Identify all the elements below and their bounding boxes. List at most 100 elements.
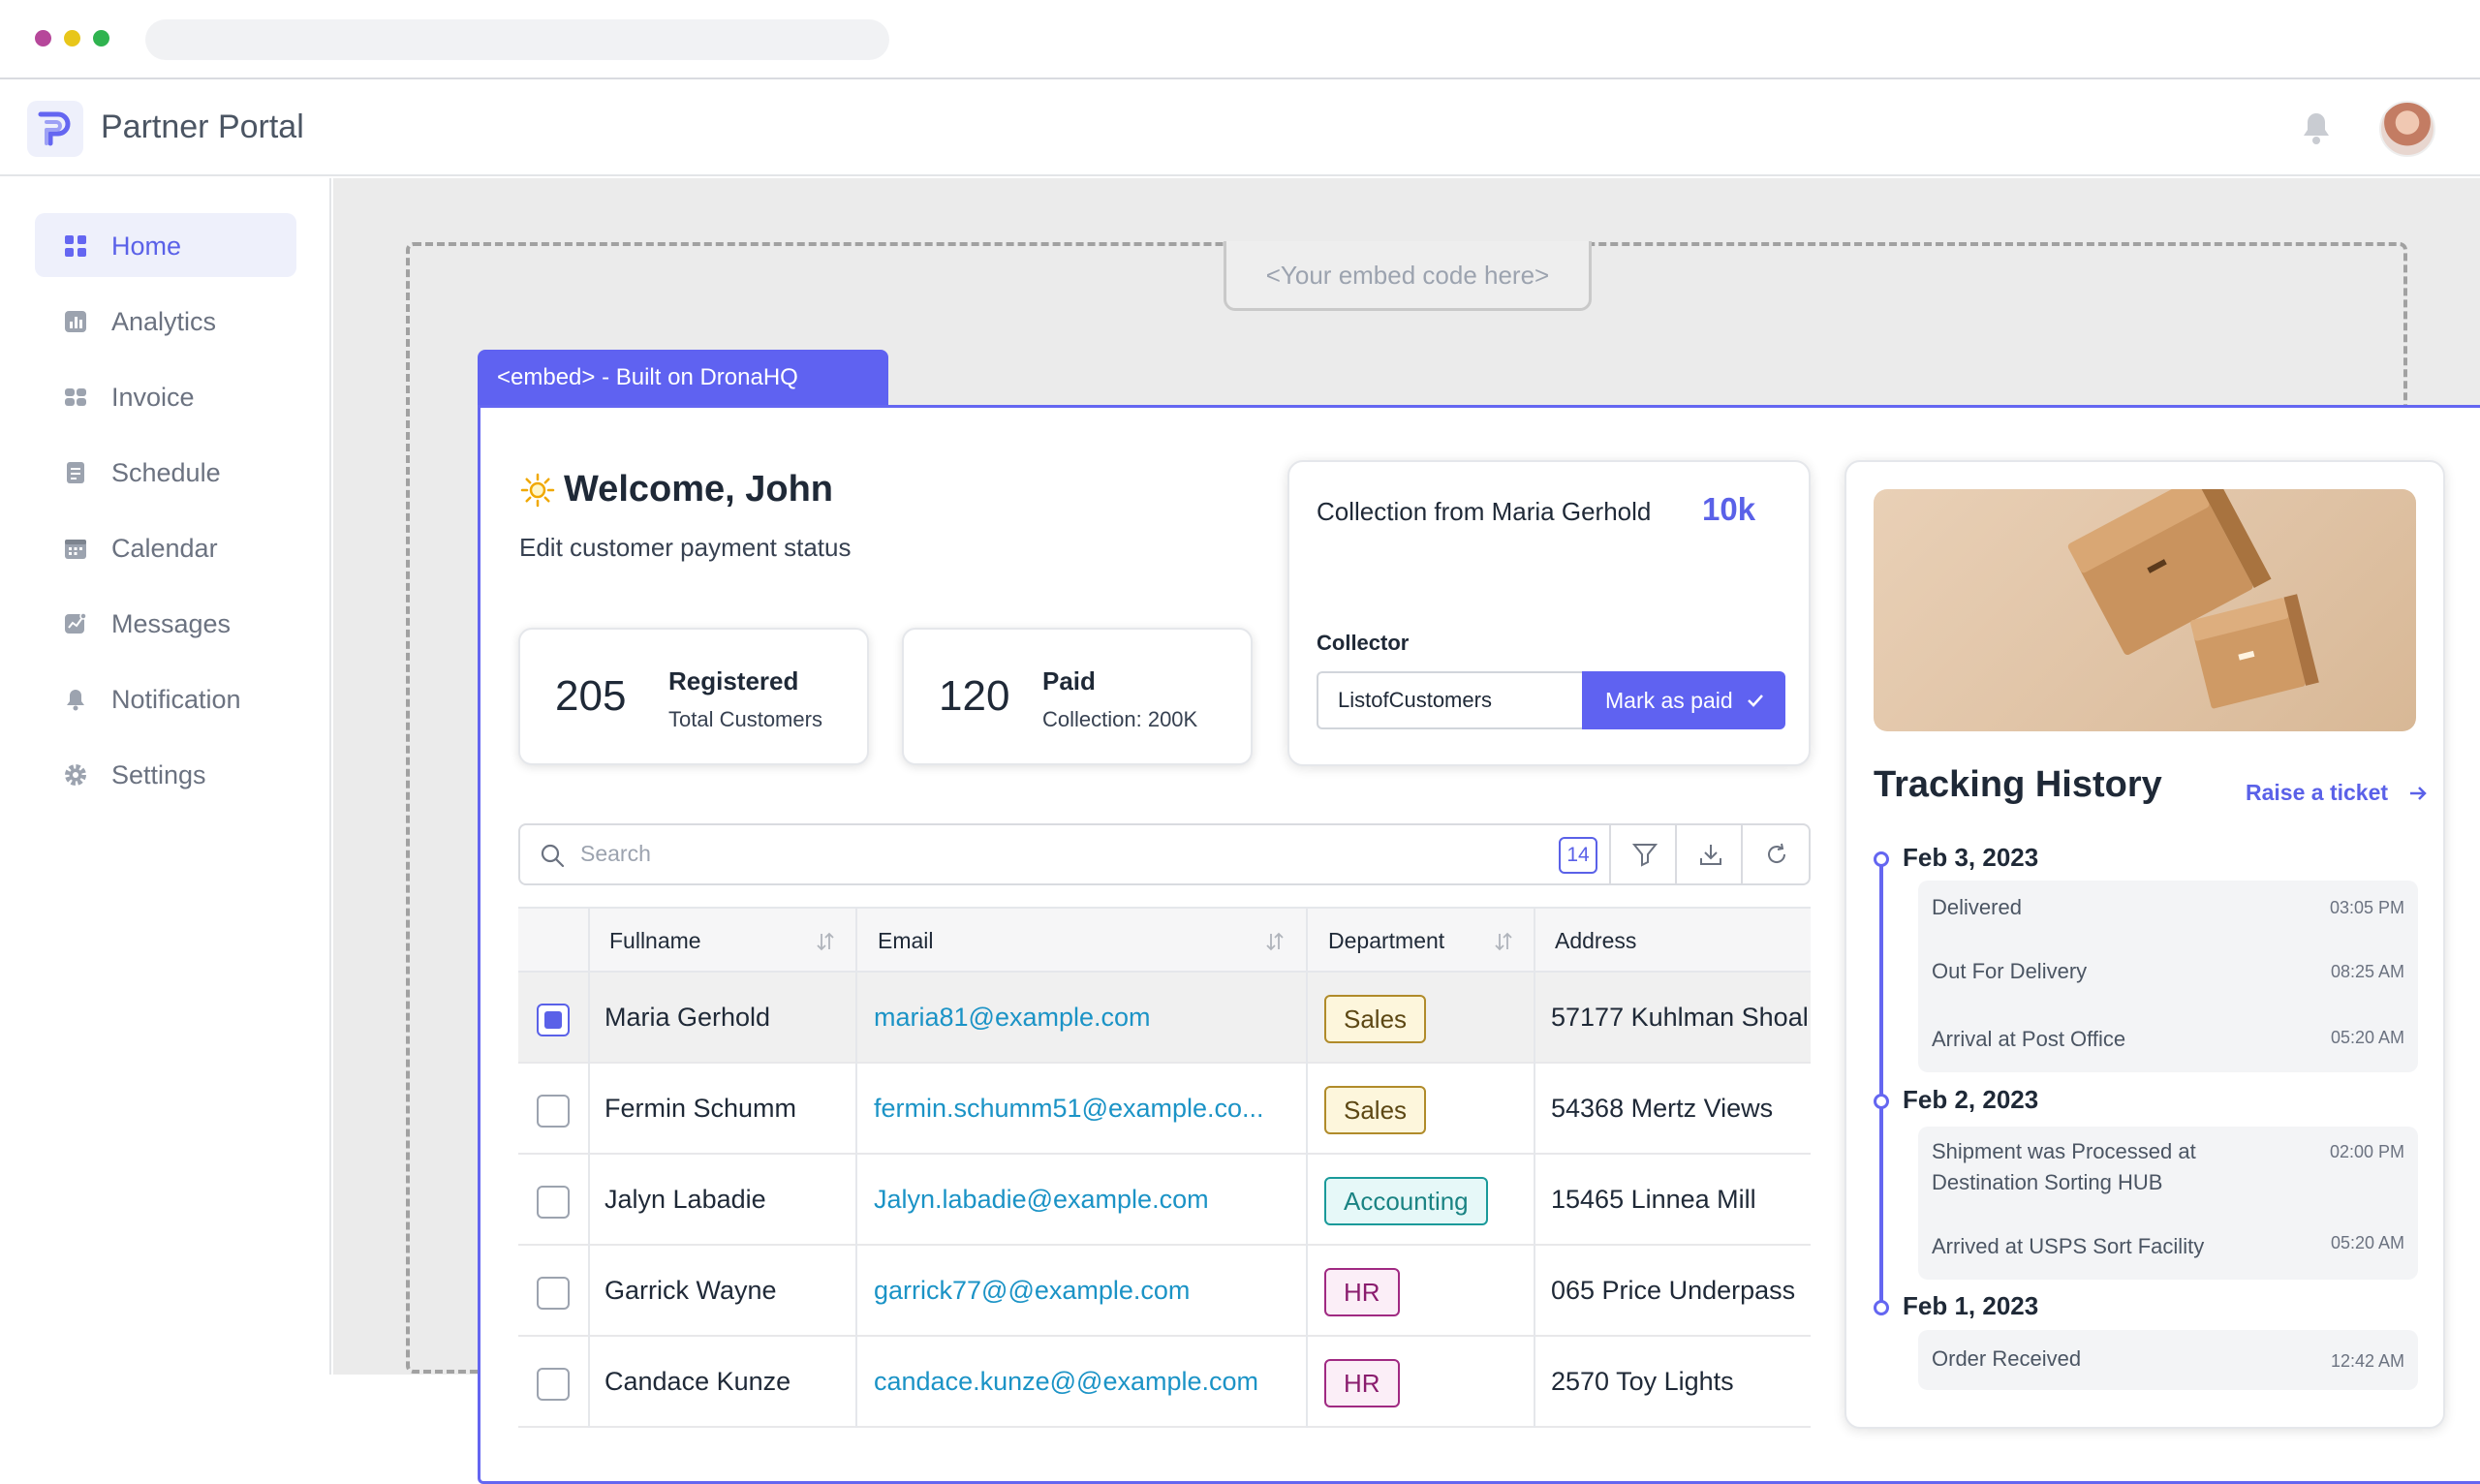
sidebar-item-settings[interactable]: Settings [35,742,296,806]
sun-icon [520,473,555,508]
sidebar-item-label: Invoice [111,383,195,412]
invoice-icon [64,386,87,409]
sidebar-item-label: Notification [111,685,241,714]
event-text: Shipment was Processed at Destination So… [1932,1139,2196,1194]
collection-title: Collection from Maria Gerhold [1317,497,1652,526]
row-count-badge: 14 [1559,837,1597,874]
table-row[interactable]: Candace Kunze candace.kunze@@example.com… [518,1337,1811,1428]
cell-email-link[interactable]: Jalyn.labadie@example.com [874,1185,1209,1215]
column-divider [588,907,590,1428]
sidebar-item-notification[interactable]: Notification [35,666,296,730]
department-badge: HR [1324,1359,1400,1407]
cell-address: 2570 Toy Lights [1551,1367,1734,1396]
collector-select[interactable]: ListofCustomers [1317,671,1582,729]
portal-logo-icon[interactable] [27,101,83,157]
user-avatar[interactable] [2379,101,2435,157]
notification-bell-icon[interactable] [2302,110,2331,145]
refresh-button[interactable] [1741,825,1807,883]
tracking-title: Tracking History [1874,764,2162,805]
cell-fullname: Candace Kunze [604,1367,791,1396]
event-time: 02:00 PM [2329,1142,2404,1161]
embed-code-placeholder[interactable]: <Your embed code here> [1224,241,1592,311]
stat-title: Paid [1042,666,1096,696]
close-window-dot[interactable] [35,30,51,46]
stat-subtitle: Collection: 200K [1042,707,1198,731]
stat-card-registered: 205 Registered Total Customers [518,628,869,765]
sort-icon[interactable] [815,930,836,953]
cell-address: 065 Price Underpass [1551,1276,1796,1305]
sidebar-item-label: Analytics [111,307,217,336]
cell-email-link[interactable]: candace.kunze@@example.com [874,1367,1258,1397]
row-checkbox[interactable] [537,1095,570,1128]
app-title: Partner Portal [101,108,304,145]
collection-card: Collection from Maria Gerhold 10k Collec… [1287,460,1811,766]
download-icon [1700,845,1721,865]
minimize-window-dot[interactable] [64,30,80,46]
table-search-bar: Search 14 [518,823,1811,885]
raise-ticket-label: Raise a ticket [2246,780,2389,805]
address-bar[interactable] [145,19,889,60]
table-row[interactable]: Garrick Wayne garrick77@@example.com HR … [518,1246,1811,1337]
column-divider [855,907,857,1428]
department-badge: Accounting [1324,1177,1488,1225]
event-text: Arrival at Post Office [1932,1027,2126,1051]
filter-button[interactable] [1609,825,1675,883]
sidebar-item-label: Messages [111,609,232,638]
column-divider [1534,907,1535,1428]
table-row[interactable]: Fermin Schumm fermin.schumm51@example.co… [518,1064,1811,1155]
event-time: 05:20 AM [2330,1028,2404,1047]
event-time: 12:42 AM [2330,1351,2404,1371]
mark-as-paid-button[interactable]: Mark as paid [1582,671,1785,729]
raise-ticket-link[interactable]: Raise a ticket [2246,780,2427,806]
cell-email-link[interactable]: maria81@example.com [874,1003,1151,1033]
search-icon [540,843,565,868]
department-badge: Sales [1324,1086,1427,1134]
table-header: Fullname Email Department Address [518,907,1811,973]
sidebar-item-messages[interactable]: Messages [35,591,296,655]
stat-value: 120 [939,672,1010,720]
download-button[interactable] [1675,825,1741,883]
sidebar-item-schedule[interactable]: Schedule [35,440,296,504]
timeline-dot [1874,1094,1889,1109]
timeline-dot [1874,851,1889,867]
timeline-events-group: Order Received 12:42 AM [1918,1330,2418,1390]
column-header-fullname[interactable]: Fullname [609,928,701,954]
row-checkbox[interactable] [537,1186,570,1219]
chat-icon [64,612,87,635]
timeline-events-group: Delivered 03:05 PM Out For Delivery 08:2… [1918,881,2418,1072]
sidebar-item-calendar[interactable]: Calendar [35,515,296,579]
check-icon [1748,695,1763,707]
sidebar-item-analytics[interactable]: Analytics [35,289,296,353]
table-row[interactable]: Jalyn Labadie Jalyn.labadie@example.com … [518,1155,1811,1246]
row-checkbox[interactable] [537,1368,570,1401]
bell-icon [64,688,87,711]
refresh-icon [1768,843,1786,863]
search-input[interactable]: Search [580,841,651,867]
customers-table: Fullname Email Department Address Maria … [518,907,1811,1428]
sidebar-item-invoice[interactable]: Invoice [35,364,296,428]
sort-icon[interactable] [1493,930,1514,953]
gear-icon [64,763,87,787]
event-time: 08:25 AM [2330,962,2404,981]
sort-icon[interactable] [1264,930,1286,953]
maximize-window-dot[interactable] [93,30,109,46]
sidebar-item-label: Calendar [111,534,218,563]
collection-amount: 10k [1702,491,1756,527]
column-header-email[interactable]: Email [878,928,934,954]
row-checkbox[interactable] [537,1277,570,1310]
table-row[interactable]: Maria Gerhold maria81@example.com Sales … [518,973,1811,1064]
app-header: Partner Portal [0,79,2480,176]
welcome-title: Welcome, John [564,469,834,510]
row-checkbox[interactable] [537,1004,570,1036]
sidebar-item-label: Schedule [111,458,221,487]
mark-as-paid-label: Mark as paid [1605,688,1733,713]
column-header-department[interactable]: Department [1328,928,1444,954]
filter-icon [1632,844,1658,867]
package-photo [1874,489,2416,731]
sidebar-item-label: Settings [111,760,206,789]
cell-email-link[interactable]: fermin.schumm51@example.co... [874,1094,1264,1124]
sidebar-item-home[interactable]: Home [35,213,296,277]
tracking-card: Tracking History Raise a ticket Feb 3, 2… [1844,460,2445,1429]
column-header-address[interactable]: Address [1555,928,1636,954]
cell-email-link[interactable]: garrick77@@example.com [874,1276,1190,1306]
